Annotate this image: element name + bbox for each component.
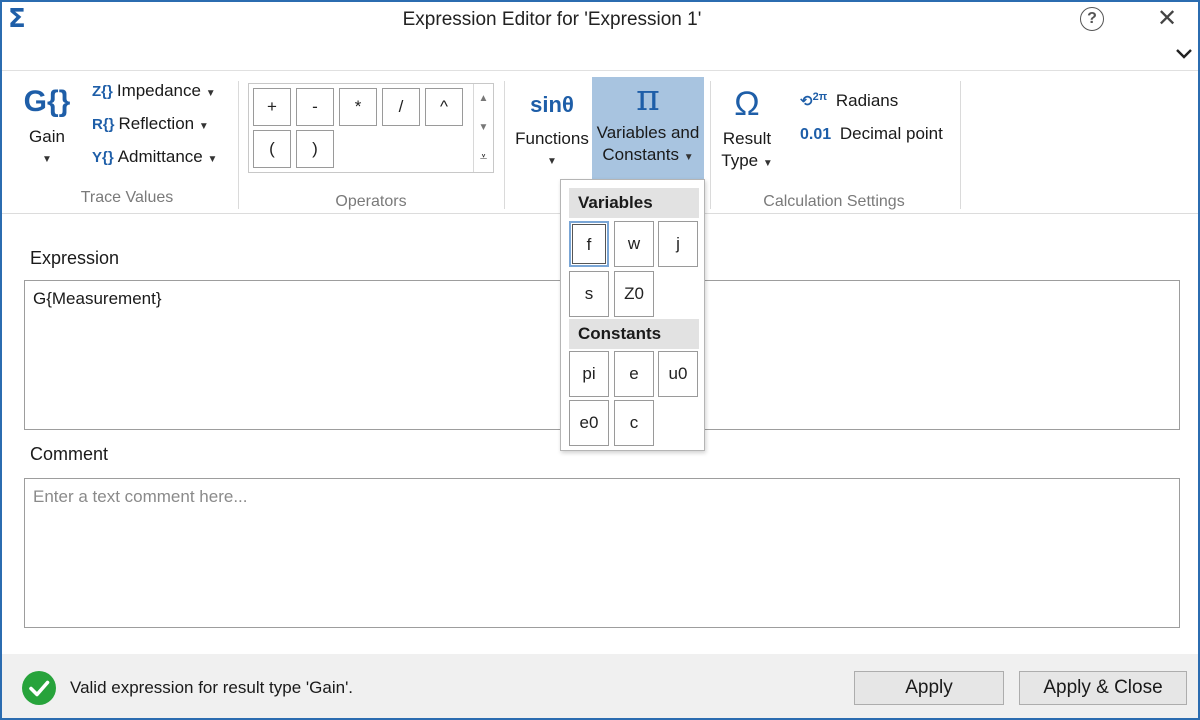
- scroll-down-icon[interactable]: ▼: [474, 113, 493, 142]
- constants-header: Constants: [569, 319, 699, 349]
- chevron-down-icon[interactable]: [1172, 42, 1196, 66]
- variables-constants-button[interactable]: π Variables and Constants ▼: [592, 77, 704, 181]
- status-bar: Valid expression for result type 'Gain'.…: [2, 654, 1198, 718]
- decimal-point-icon: 0.01: [800, 126, 832, 143]
- apply-close-button[interactable]: Apply & Close: [1019, 671, 1187, 705]
- result-type-label: Result: [722, 129, 772, 148]
- group-separator: [238, 81, 239, 209]
- gain-label: Gain: [29, 127, 65, 146]
- operator-plus-button[interactable]: +: [253, 88, 291, 126]
- group-separator: [504, 81, 505, 209]
- operator-divide-button[interactable]: /: [382, 88, 420, 126]
- constant-pi-button[interactable]: pi: [569, 351, 609, 397]
- group-separator: [960, 81, 961, 209]
- result-type-label-line2: Type: [721, 151, 759, 170]
- comment-label: Comment: [30, 444, 109, 464]
- constant-e-button[interactable]: e: [614, 351, 654, 397]
- trace-values-group-label: Trace Values: [80, 189, 174, 206]
- comment-input[interactable]: Enter a text comment here...: [24, 478, 1180, 628]
- operator-open-paren-button[interactable]: (: [253, 130, 291, 168]
- window-title: Expression Editor for 'Expression 1': [402, 9, 702, 30]
- variable-z0-button[interactable]: Z0: [614, 271, 654, 317]
- chevron-down-icon: ▼: [198, 121, 209, 132]
- rotate-icon: ⟲2π: [800, 91, 828, 110]
- variable-s-button[interactable]: s: [569, 271, 609, 317]
- constant-u0-button[interactable]: u0: [658, 351, 698, 397]
- radians-label: Radians: [835, 91, 899, 110]
- decimal-point-toggle[interactable]: 0.01 Decimal point: [800, 124, 943, 144]
- chevron-down-icon: ▼: [683, 152, 694, 163]
- status-message: Valid expression for result type 'Gain'.: [70, 678, 354, 697]
- operators-gallery: + - * / ^ ( ) ▲ ▼ ⩡: [248, 83, 494, 173]
- impedance-icon: Z{}: [92, 83, 113, 100]
- reflection-icon: R{}: [92, 116, 115, 133]
- gain-icon: G{}: [23, 85, 71, 118]
- admittance-icon: Y{}: [92, 149, 114, 166]
- variable-w-button[interactable]: w: [614, 221, 654, 267]
- admittance-button[interactable]: Y{} Admittance ▼: [92, 147, 217, 167]
- omega-icon: Ω: [734, 85, 760, 123]
- operator-multiply-button[interactable]: *: [339, 88, 377, 126]
- help-icon: ?: [1087, 10, 1097, 27]
- reflection-button[interactable]: R{} Reflection ▼: [92, 114, 209, 134]
- close-button[interactable]: ✕: [1154, 5, 1180, 33]
- calculation-settings-group-label: Calculation Settings: [763, 193, 905, 210]
- title-bar: Σ Expression Editor for 'Expression 1' ?…: [2, 2, 1198, 40]
- decimal-point-label: Decimal point: [839, 124, 943, 143]
- gain-button[interactable]: G{} Gain ▼: [16, 83, 78, 167]
- variables-header: Variables: [569, 188, 699, 218]
- variables-constants-label-line2: Constants: [602, 145, 679, 164]
- gallery-scrollbar[interactable]: ▲ ▼ ⩡: [473, 84, 493, 172]
- operator-close-paren-button[interactable]: ): [296, 130, 334, 168]
- admittance-label: Admittance: [117, 147, 203, 166]
- chevron-down-icon: ▼: [762, 158, 773, 169]
- operator-power-button[interactable]: ^: [425, 88, 463, 126]
- expression-editor-window: Σ Expression Editor for 'Expression 1' ?…: [0, 0, 1200, 720]
- functions-label: Functions: [515, 129, 589, 148]
- radians-toggle[interactable]: ⟲2π Radians: [800, 91, 898, 111]
- impedance-button[interactable]: Z{} Impedance ▼: [92, 81, 216, 101]
- check-circle-icon: [22, 671, 56, 705]
- chevron-down-icon: ▼: [205, 88, 216, 99]
- functions-button[interactable]: sinθ Functions ▼: [512, 85, 592, 169]
- operators-group-label: Operators: [335, 193, 407, 210]
- pi-icon: π: [636, 78, 660, 119]
- sine-theta-icon: sinθ: [530, 92, 574, 117]
- scroll-up-icon[interactable]: ▲: [474, 84, 493, 113]
- constant-e0-button[interactable]: e0: [569, 400, 609, 446]
- expand-gallery-icon[interactable]: ⩡: [474, 142, 493, 171]
- variables-constants-label: Variables and: [596, 123, 700, 142]
- group-separator: [710, 81, 711, 209]
- chevron-down-icon: ▼: [42, 154, 52, 165]
- expression-label: Expression: [30, 248, 120, 268]
- result-type-button[interactable]: Ω Result Type ▼: [716, 83, 778, 171]
- variable-f-button[interactable]: f: [569, 221, 609, 267]
- apply-button[interactable]: Apply: [854, 671, 1004, 705]
- close-icon: ✕: [1156, 5, 1178, 32]
- chevron-down-icon: ▼: [547, 156, 557, 167]
- variable-j-button[interactable]: j: [658, 221, 698, 267]
- radians-icon-text: 2π: [812, 91, 828, 103]
- impedance-label: Impedance: [116, 81, 201, 100]
- variables-constants-dropdown: Variables f w j s Z0 Constants pi e u0 e…: [560, 179, 705, 451]
- help-button[interactable]: ?: [1080, 7, 1104, 31]
- chevron-down-icon: ▼: [207, 154, 218, 165]
- constant-c-button[interactable]: c: [614, 400, 654, 446]
- reflection-label: Reflection: [118, 114, 195, 133]
- operator-minus-button[interactable]: -: [296, 88, 334, 126]
